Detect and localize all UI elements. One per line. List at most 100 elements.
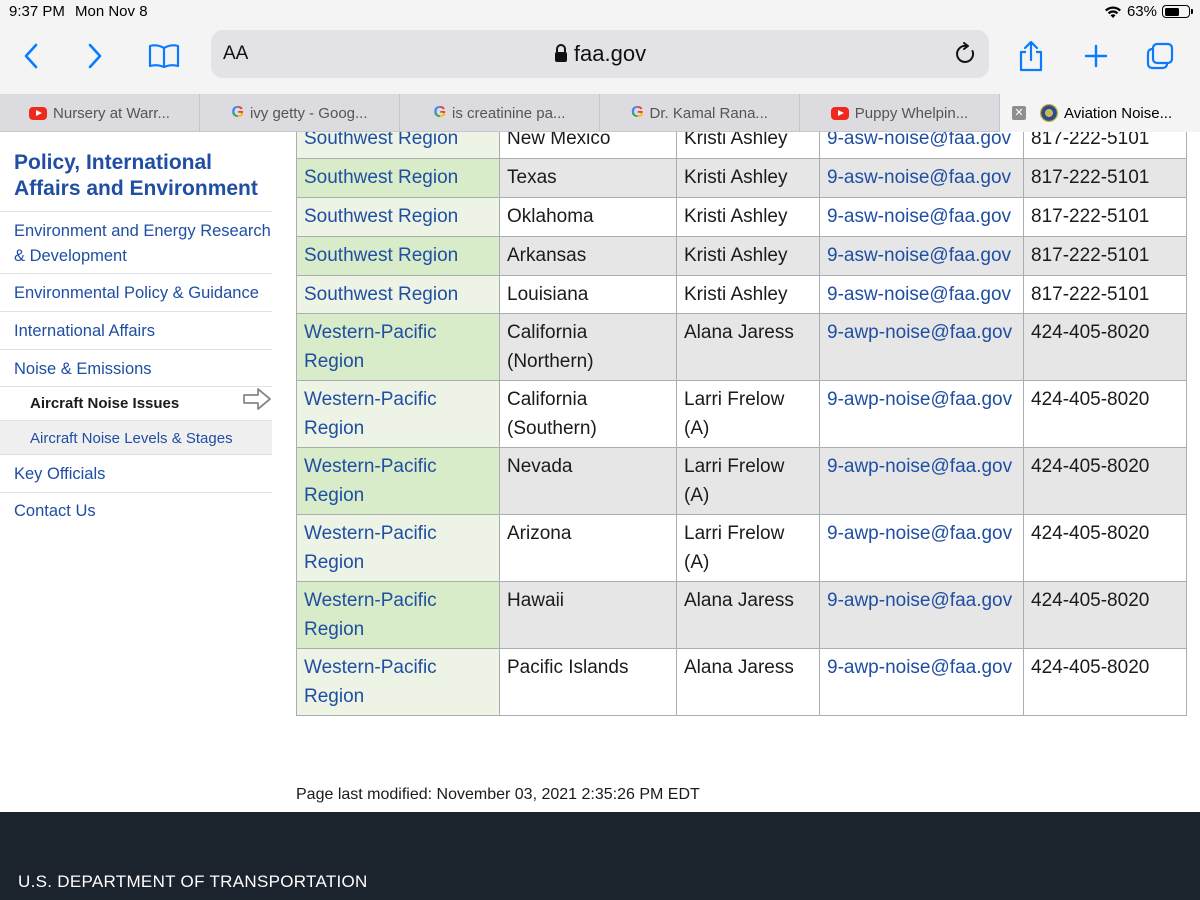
status-bar: 9:37 PM Mon Nov 8 63% [0,0,1200,24]
battery-percent: 63% [1126,3,1157,20]
email-cell: 9-asw-noise@faa.gov [819,275,1024,314]
back-button[interactable] [13,38,49,74]
region-link[interactable]: Western-Pacific Region [304,657,437,707]
region-link[interactable]: Southwest Region [304,167,458,188]
state-text: Louisiana [507,284,589,305]
state-text: Oklahoma [507,206,594,227]
sidebar-item-aircraft-noise-levels[interactable]: Aircraft Noise Levels & Stages [0,420,272,454]
region-cell: Western-Pacific Region [296,581,500,649]
region-link[interactable]: Southwest Region [304,284,458,305]
sidebar-item-aircraft-noise-issues[interactable]: Aircraft Noise Issues [0,386,272,420]
chevron-right-icon [88,43,102,69]
state-cell: California (Northern) [499,313,677,381]
email-link[interactable]: 9-awp-noise@faa.gov [827,657,1012,678]
contact-text: Kristi Ashley [684,132,788,149]
phone-cell: 424-405-8020 [1023,581,1187,649]
browser-tab[interactable]: Nursery at Warr... [0,94,200,132]
phone-text: 817-222-5101 [1031,167,1150,188]
close-tab-icon[interactable]: ✕ [1012,106,1026,120]
footer-org-name: U.S. DEPARTMENT OF TRANSPORTATION [18,872,368,891]
email-link[interactable]: 9-asw-noise@faa.gov [827,206,1011,227]
sidebar-title[interactable]: Policy, International Affairs and Enviro… [14,150,272,202]
email-link[interactable]: 9-awp-noise@faa.gov [827,590,1012,611]
site-footer: U.S. DEPARTMENT OF TRANSPORTATION [0,812,1200,900]
new-tab-button[interactable] [1078,38,1114,74]
region-link[interactable]: Western-Pacific Region [304,456,437,506]
browser-toolbar: AA faa.gov [0,24,1200,94]
phone-text: 424-405-8020 [1031,322,1150,343]
state-text: Hawaii [507,590,565,611]
contact-cell: Larri Frelow (A) [676,380,820,448]
contact-text: Larri Frelow (A) [684,456,785,506]
region-link[interactable]: Southwest Region [304,132,458,149]
browser-tab[interactable]: G is creatinine pa... [400,94,600,132]
sidebar-item-contact-us[interactable]: Contact Us [0,492,272,530]
forward-button[interactable] [77,38,113,74]
reload-button[interactable] [955,42,977,71]
sidebar-item-noise-emissions[interactable]: Noise & Emissions [0,349,272,386]
tab-bar: Nursery at Warr... G ivy getty - Goog...… [0,94,1200,132]
regional-contacts-table: Southwest Region New Mexico Kristi Ashley 9… [296,132,1187,716]
tab-label: is creatinine pa... [452,104,566,122]
region-link[interactable]: Southwest Region [304,245,458,266]
phone-text: 424-405-8020 [1031,523,1150,544]
google-icon: G [631,104,644,121]
email-cell: 9-asw-noise@faa.gov [819,158,1024,198]
phone-cell: 424-405-8020 [1023,313,1187,381]
table-row: Western-Pacific Region Hawaii Alana Jaress… [296,581,1187,649]
region-cell: Western-Pacific Region [296,447,500,515]
email-link[interactable]: 9-asw-noise@faa.gov [827,245,1011,266]
contact-text: Kristi Ashley [684,167,788,188]
sidebar-item-environmental-policy[interactable]: Environmental Policy & Guidance [0,273,272,311]
phone-text: 817-222-5101 [1031,245,1150,266]
youtube-icon [830,106,849,120]
state-cell: Hawaii [499,581,677,649]
phone-cell: 424-405-8020 [1023,648,1187,716]
tab-overview-button[interactable] [1142,38,1178,74]
state-text: California (Southern) [507,389,597,439]
region-link[interactable]: Western-Pacific Region [304,523,437,573]
region-link[interactable]: Western-Pacific Region [304,590,437,640]
email-link[interactable]: 9-awp-noise@faa.gov [827,456,1012,477]
contact-cell: Kristi Ashley [676,158,820,198]
table-row: Southwest Region Texas Kristi Ashley 9-asw-… [296,158,1187,198]
region-cell: Southwest Region [296,275,500,314]
sidebar-item-international-affairs[interactable]: International Affairs [0,311,272,349]
sidebar-item-environment-energy-research[interactable]: Environment and Energy Research & Develo… [0,211,272,273]
state-text: Arkansas [507,245,587,266]
share-button[interactable] [1013,38,1049,74]
phone-text: 424-405-8020 [1031,590,1150,611]
contact-text: Larri Frelow (A) [684,389,785,439]
region-cell: Southwest Region [296,236,500,276]
table-row: Southwest Region Oklahoma Kristi Ashley 9-a… [296,197,1187,237]
phone-cell: 817-222-5101 [1023,275,1187,314]
region-link[interactable]: Western-Pacific Region [304,389,437,439]
browser-tab[interactable]: Puppy Whelpin... [800,94,1000,132]
email-cell: 9-asw-noise@faa.gov [819,197,1024,237]
contact-text: Alana Jaress [684,590,794,611]
email-link[interactable]: 9-awp-noise@faa.gov [827,389,1012,410]
email-link[interactable]: 9-awp-noise@faa.gov [827,322,1012,343]
state-text: Nevada [507,456,573,477]
browser-tab-active[interactable]: ✕ Aviation Noise... [1000,94,1200,132]
address-bar[interactable]: AA faa.gov [211,30,989,78]
email-link[interactable]: 9-awp-noise@faa.gov [827,523,1012,544]
browser-tab[interactable]: G Dr. Kamal Rana... [600,94,800,132]
bookmarks-button[interactable] [146,38,182,74]
url-display[interactable]: faa.gov [211,41,989,67]
reload-icon [956,42,975,63]
sidebar-item-key-officials[interactable]: Key Officials [0,454,272,492]
email-cell: 9-awp-noise@faa.gov [819,514,1024,582]
email-link[interactable]: 9-asw-noise@faa.gov [827,132,1011,149]
region-link[interactable]: Southwest Region [304,206,458,227]
status-right: 63% [1104,3,1193,20]
wifi-icon [1104,5,1121,18]
email-link[interactable]: 9-asw-noise@faa.gov [827,167,1011,188]
contact-cell: Kristi Ashley [676,236,820,276]
browser-tab[interactable]: G ivy getty - Goog... [200,94,400,132]
region-link[interactable]: Western-Pacific Region [304,322,437,372]
contact-text: Kristi Ashley [684,284,788,305]
email-cell: 9-awp-noise@faa.gov [819,313,1024,381]
current-page-arrow-icon [243,388,271,410]
email-link[interactable]: 9-asw-noise@faa.gov [827,284,1011,305]
